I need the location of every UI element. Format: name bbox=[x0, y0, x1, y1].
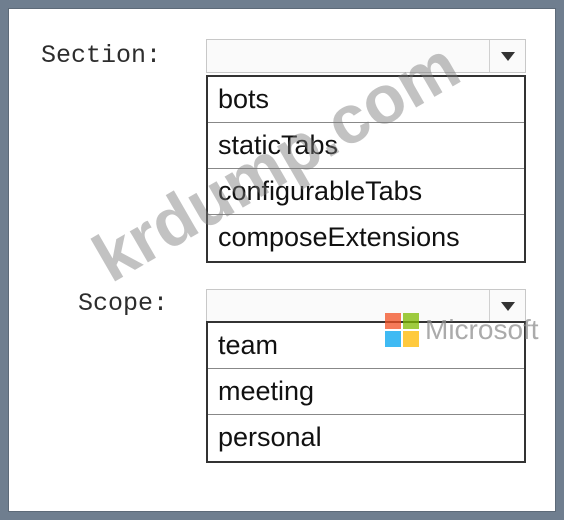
chevron-down-icon[interactable] bbox=[489, 40, 525, 72]
scope-option[interactable]: team bbox=[208, 323, 524, 369]
section-option[interactable]: bots bbox=[208, 77, 524, 123]
scope-dropdown[interactable] bbox=[206, 289, 526, 323]
chevron-down-icon[interactable] bbox=[489, 290, 525, 322]
section-option[interactable]: composeExtensions bbox=[208, 215, 524, 261]
scope-options-list: team meeting personal bbox=[206, 321, 526, 463]
answer-panel: Section: bots staticTabs configurableTab… bbox=[8, 8, 556, 512]
section-options-list: bots staticTabs configurableTabs compose… bbox=[206, 75, 526, 263]
section-label: Section: bbox=[41, 41, 162, 70]
scope-option[interactable]: meeting bbox=[208, 369, 524, 415]
scope-option[interactable]: personal bbox=[208, 415, 524, 461]
section-dropdown[interactable] bbox=[206, 39, 526, 73]
section-option[interactable]: staticTabs bbox=[208, 123, 524, 169]
scope-label: Scope: bbox=[78, 289, 169, 318]
section-option[interactable]: configurableTabs bbox=[208, 169, 524, 215]
